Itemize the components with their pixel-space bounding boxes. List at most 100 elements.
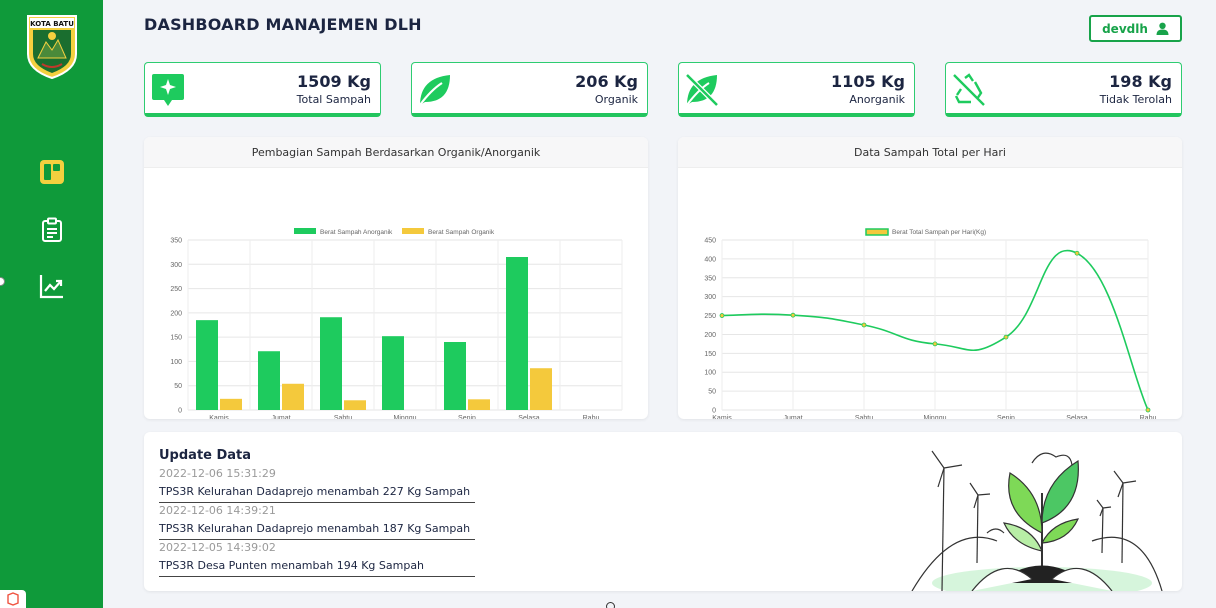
bar (196, 320, 218, 410)
x-tick-label: Sabtu (855, 415, 873, 419)
update-text: TPS3R Desa Punten menambah 194 Kg Sampah (159, 559, 425, 572)
x-tick-label: Kamis (712, 415, 732, 419)
dashboard-icon (40, 160, 64, 184)
y-tick-label: 300 (170, 262, 182, 269)
update-title: Update Data (159, 448, 252, 463)
username: devdlh (1102, 21, 1148, 36)
nav-statistics[interactable] (36, 270, 68, 302)
data-point (719, 313, 725, 318)
y-tick-label: 250 (704, 313, 716, 320)
x-tick-label: Minggu (394, 415, 417, 419)
y-tick-label: 0 (712, 408, 716, 415)
update-panel: Update Data 2022-12-06 15:31:29 TPS3R Ke… (144, 432, 1182, 591)
data-point (1003, 334, 1009, 340)
y-tick-label: 400 (704, 256, 716, 263)
leaf-icon (416, 71, 454, 109)
data-point (861, 322, 867, 328)
stat-label: Anorganik (849, 93, 905, 106)
page-title: DASHBOARD MANAJEMEN DLH (144, 15, 422, 34)
user-menu-button[interactable]: devdlh (1089, 15, 1182, 42)
x-tick-label: Rabu (1140, 415, 1157, 419)
x-tick-label: Jumat (783, 415, 802, 419)
y-tick-label: 100 (170, 359, 182, 366)
stat-card-tidak-terolah: 198 Kg Tidak Terolah (945, 62, 1182, 117)
y-tick-label: 150 (170, 335, 182, 342)
stat-label: Total Sampah (296, 93, 371, 106)
bar-chart-title: Pembagian Sampah Berdasarkan Organik/Ano… (144, 137, 648, 168)
chart-icon (39, 275, 63, 299)
sparkle-pin-icon (149, 71, 187, 109)
y-tick-label: 350 (170, 238, 182, 245)
stat-label: Tidak Terolah (1099, 93, 1172, 106)
y-tick-label: 450 (704, 238, 716, 245)
legend-swatch (865, 228, 889, 236)
update-text: TPS3R Kelurahan Dadaprejo menambah 227 K… (159, 485, 471, 498)
data-point (932, 341, 938, 347)
update-list: 2022-12-06 15:31:29 TPS3R Kelurahan Dada… (159, 466, 475, 577)
sidebar: KOTA BATU (0, 0, 103, 608)
y-tick-label: 300 (704, 294, 716, 301)
x-tick-label: Kamis (209, 415, 229, 419)
update-item: 2022-12-06 15:31:29 TPS3R Kelurahan Dada… (159, 466, 475, 503)
update-item: 2022-12-06 14:39:21 TPS3R Kelurahan Dada… (159, 503, 475, 540)
x-tick-label: Minggu (924, 415, 947, 419)
x-tick-label: Selasa (1066, 415, 1088, 419)
nav-reports[interactable] (36, 214, 68, 246)
update-time: 2022-12-05 14:39:02 (159, 541, 276, 554)
line-chart-title: Data Sampah Total per Hari (678, 137, 1182, 168)
legend-swatch (402, 228, 424, 234)
bar (444, 342, 466, 410)
x-tick-label: Rabu (583, 415, 600, 419)
stat-value: 206 Kg (575, 72, 638, 91)
x-tick-label: Selasa (518, 415, 540, 419)
update-time: 2022-12-06 14:39:21 (159, 504, 276, 517)
stat-label: Organik (594, 93, 638, 106)
scroll-indicator (606, 602, 615, 608)
laravel-icon (7, 592, 19, 606)
data-point (1074, 250, 1080, 256)
bar (530, 368, 552, 410)
logo-text: KOTA BATU (30, 20, 74, 28)
bar (282, 383, 304, 410)
bar (344, 400, 366, 410)
stat-card-organik: 206 Kg Organik (411, 62, 648, 117)
plant-illustration (911, 450, 1163, 591)
y-tick-label: 250 (170, 286, 182, 293)
data-point (790, 312, 796, 318)
nav-dashboard[interactable] (36, 156, 68, 188)
bar-chart: 0 50 100 150 200 250 300 350 Kamis Jumat Sabtu Ming… (170, 228, 623, 422)
update-text: TPS3R Kelurahan Dadaprejo menambah 187 K… (159, 522, 471, 535)
legend-swatch (294, 228, 316, 234)
recycle-off-icon (950, 71, 988, 109)
update-item: 2022-12-05 14:39:02 TPS3R Desa Punten me… (159, 540, 475, 577)
x-tick-label: Senin (458, 415, 476, 419)
y-tick-label: 100 (704, 370, 716, 377)
x-tick-label: Senin (997, 415, 1015, 419)
bar (506, 257, 528, 410)
bar (258, 351, 280, 410)
laravel-badge[interactable] (0, 590, 26, 608)
data-point (1145, 407, 1151, 413)
stat-card-anorganik: 1105 Kg Anorganik (678, 62, 915, 117)
bar (320, 317, 342, 410)
bar-chart-panel: Pembagian Sampah Berdasarkan Organik/Ano… (144, 137, 648, 422)
legend-label: Berat Total Sampah per Hari(Kg) (892, 229, 986, 236)
y-tick-label: 350 (704, 275, 716, 282)
stat-value: 1509 Kg (297, 72, 371, 91)
legend-label: Berat Sampah Organik (428, 229, 495, 236)
y-tick-label: 200 (170, 310, 182, 317)
y-tick-label: 200 (704, 332, 716, 339)
user-icon (1156, 22, 1169, 35)
stat-value: 198 Kg (1109, 72, 1172, 91)
y-tick-label: 0 (178, 408, 182, 415)
legend-label: Berat Sampah Anorganik (320, 229, 393, 236)
leaf-off-icon (683, 71, 721, 109)
y-tick-label: 150 (704, 351, 716, 358)
line-chart: 0 50 100 150 200 250 300 350 400 450 Kamis Jumat Sab… (704, 228, 1157, 422)
bar (382, 336, 404, 410)
line-chart-panel: Data Sampah Total per Hari 0 50 100 150 200 2… (678, 137, 1182, 422)
stat-value: 1105 Kg (831, 72, 905, 91)
update-time: 2022-12-06 15:31:29 (159, 467, 276, 480)
y-tick-label: 50 (708, 389, 716, 396)
divider (159, 576, 475, 577)
